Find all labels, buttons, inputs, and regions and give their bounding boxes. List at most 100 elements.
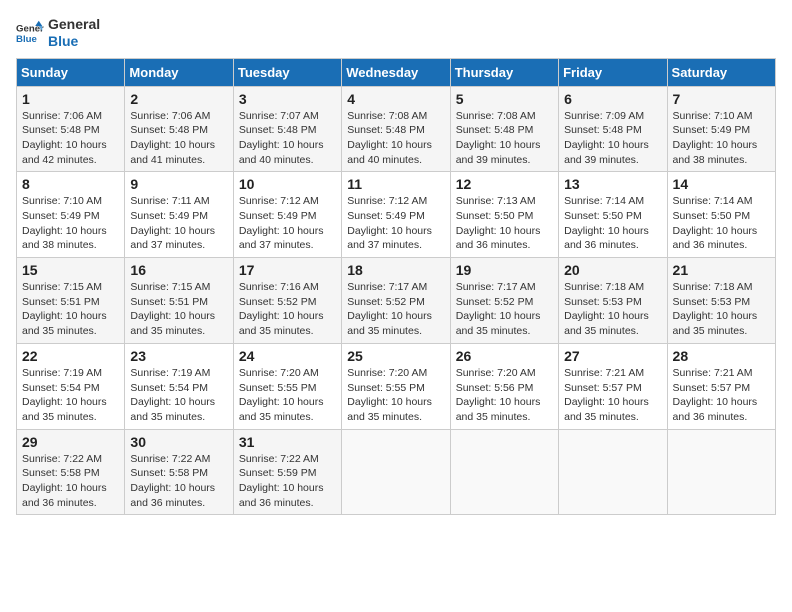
calendar-day-15: 15 Sunrise: 7:15 AMSunset: 5:51 PMDayligh… bbox=[17, 258, 125, 344]
header-cell-sunday: Sunday bbox=[17, 58, 125, 86]
calendar-day-12: 12 Sunrise: 7:13 AMSunset: 5:50 PMDayligh… bbox=[450, 172, 558, 258]
day-info: Sunrise: 7:10 AMSunset: 5:49 PMDaylight:… bbox=[673, 109, 770, 168]
day-number: 25 bbox=[347, 348, 444, 364]
day-number: 15 bbox=[22, 262, 119, 278]
day-number: 19 bbox=[456, 262, 553, 278]
calendar-day-empty bbox=[559, 429, 667, 515]
day-info: Sunrise: 7:12 AMSunset: 5:49 PMDaylight:… bbox=[239, 194, 336, 253]
calendar-day-24: 24 Sunrise: 7:20 AMSunset: 5:55 PMDayligh… bbox=[233, 343, 341, 429]
calendar-day-31: 31Sunrise: 7:22 AMSunset: 5:59 PMDayligh… bbox=[233, 429, 341, 515]
day-number: 18 bbox=[347, 262, 444, 278]
calendar-day-16: 16Sunrise: 7:15 AMSunset: 5:51 PMDayligh… bbox=[125, 258, 233, 344]
day-info: Sunrise: 7:11 AMSunset: 5:49 PMDaylight:… bbox=[130, 194, 227, 253]
day-info: Sunrise: 7:18 AMSunset: 5:53 PMDaylight:… bbox=[673, 280, 770, 339]
header-cell-friday: Friday bbox=[559, 58, 667, 86]
calendar-day-empty bbox=[667, 429, 775, 515]
day-number: 5 bbox=[456, 91, 553, 107]
header-row: SundayMondayTuesdayWednesdayThursdayFrid… bbox=[17, 58, 776, 86]
day-number: 29 bbox=[22, 434, 119, 450]
day-number: 11 bbox=[347, 176, 444, 192]
calendar-week-3: 15 Sunrise: 7:15 AMSunset: 5:51 PMDayligh… bbox=[17, 258, 776, 344]
day-info: Sunrise: 7:08 AMSunset: 5:48 PMDaylight:… bbox=[347, 109, 444, 168]
calendar-day-20: 20 Sunrise: 7:18 AMSunset: 5:53 PMDayligh… bbox=[559, 258, 667, 344]
day-info: Sunrise: 7:19 AMSunset: 5:54 PMDaylight:… bbox=[22, 366, 119, 425]
day-number: 27 bbox=[564, 348, 661, 364]
calendar-day-1: 1 Sunrise: 7:06 AMSunset: 5:48 PMDaylight… bbox=[17, 86, 125, 172]
day-number: 24 bbox=[239, 348, 336, 364]
calendar-table: SundayMondayTuesdayWednesdayThursdayFrid… bbox=[16, 58, 776, 516]
day-number: 16 bbox=[130, 262, 227, 278]
day-info: Sunrise: 7:10 AMSunset: 5:49 PMDaylight:… bbox=[22, 194, 119, 253]
day-info: Sunrise: 7:08 AMSunset: 5:48 PMDaylight:… bbox=[456, 109, 553, 168]
day-info: Sunrise: 7:17 AMSunset: 5:52 PMDaylight:… bbox=[347, 280, 444, 339]
calendar-day-6: 6 Sunrise: 7:09 AMSunset: 5:48 PMDaylight… bbox=[559, 86, 667, 172]
calendar-day-7: 7 Sunrise: 7:10 AMSunset: 5:49 PMDaylight… bbox=[667, 86, 775, 172]
logo-text-general: General bbox=[48, 16, 100, 33]
calendar-day-10: 10 Sunrise: 7:12 AMSunset: 5:49 PMDayligh… bbox=[233, 172, 341, 258]
calendar-day-4: 4Sunrise: 7:08 AMSunset: 5:48 PMDaylight… bbox=[342, 86, 450, 172]
day-number: 14 bbox=[673, 176, 770, 192]
logo-text-blue: Blue bbox=[48, 33, 100, 50]
day-info: Sunrise: 7:16 AMSunset: 5:52 PMDaylight:… bbox=[239, 280, 336, 339]
day-number: 26 bbox=[456, 348, 553, 364]
calendar-day-14: 14 Sunrise: 7:14 AMSunset: 5:50 PMDayligh… bbox=[667, 172, 775, 258]
header-cell-monday: Monday bbox=[125, 58, 233, 86]
page-header: General Blue General Blue bbox=[16, 16, 776, 50]
logo-icon: General Blue bbox=[16, 19, 44, 47]
day-number: 1 bbox=[22, 91, 119, 107]
calendar-day-18: 18 Sunrise: 7:17 AMSunset: 5:52 PMDayligh… bbox=[342, 258, 450, 344]
day-info: Sunrise: 7:22 AMSunset: 5:58 PMDaylight:… bbox=[130, 452, 227, 511]
day-number: 2 bbox=[130, 91, 227, 107]
calendar-day-8: 8Sunrise: 7:10 AMSunset: 5:49 PMDaylight… bbox=[17, 172, 125, 258]
day-info: Sunrise: 7:20 AMSunset: 5:56 PMDaylight:… bbox=[456, 366, 553, 425]
calendar-day-3: 3 Sunrise: 7:07 AMSunset: 5:48 PMDaylight… bbox=[233, 86, 341, 172]
calendar-day-28: 28Sunrise: 7:21 AMSunset: 5:57 PMDayligh… bbox=[667, 343, 775, 429]
day-info: Sunrise: 7:21 AMSunset: 5:57 PMDaylight:… bbox=[673, 366, 770, 425]
calendar-day-2: 2Sunrise: 7:06 AMSunset: 5:48 PMDaylight… bbox=[125, 86, 233, 172]
calendar-day-empty bbox=[450, 429, 558, 515]
calendar-day-17: 17 Sunrise: 7:16 AMSunset: 5:52 PMDayligh… bbox=[233, 258, 341, 344]
day-number: 10 bbox=[239, 176, 336, 192]
day-number: 9 bbox=[130, 176, 227, 192]
day-number: 6 bbox=[564, 91, 661, 107]
day-info: Sunrise: 7:09 AMSunset: 5:48 PMDaylight:… bbox=[564, 109, 661, 168]
day-info: Sunrise: 7:20 AMSunset: 5:55 PMDaylight:… bbox=[239, 366, 336, 425]
calendar-day-11: 11Sunrise: 7:12 AMSunset: 5:49 PMDayligh… bbox=[342, 172, 450, 258]
day-number: 13 bbox=[564, 176, 661, 192]
day-number: 31 bbox=[239, 434, 336, 450]
day-info: Sunrise: 7:18 AMSunset: 5:53 PMDaylight:… bbox=[564, 280, 661, 339]
header-cell-tuesday: Tuesday bbox=[233, 58, 341, 86]
day-number: 22 bbox=[22, 348, 119, 364]
header-cell-saturday: Saturday bbox=[667, 58, 775, 86]
day-number: 21 bbox=[673, 262, 770, 278]
day-number: 7 bbox=[673, 91, 770, 107]
day-info: Sunrise: 7:19 AMSunset: 5:54 PMDaylight:… bbox=[130, 366, 227, 425]
day-number: 12 bbox=[456, 176, 553, 192]
calendar-day-19: 19 Sunrise: 7:17 AMSunset: 5:52 PMDayligh… bbox=[450, 258, 558, 344]
day-info: Sunrise: 7:14 AMSunset: 5:50 PMDaylight:… bbox=[673, 194, 770, 253]
day-number: 3 bbox=[239, 91, 336, 107]
svg-text:Blue: Blue bbox=[16, 34, 37, 45]
day-info: Sunrise: 7:17 AMSunset: 5:52 PMDaylight:… bbox=[456, 280, 553, 339]
calendar-day-27: 27Sunrise: 7:21 AMSunset: 5:57 PMDayligh… bbox=[559, 343, 667, 429]
day-info: Sunrise: 7:06 AMSunset: 5:48 PMDaylight:… bbox=[22, 109, 119, 168]
calendar-week-4: 22 Sunrise: 7:19 AMSunset: 5:54 PMDayligh… bbox=[17, 343, 776, 429]
calendar-week-5: 29 Sunrise: 7:22 AMSunset: 5:58 PMDayligh… bbox=[17, 429, 776, 515]
calendar-day-empty bbox=[342, 429, 450, 515]
calendar-body: 1 Sunrise: 7:06 AMSunset: 5:48 PMDaylight… bbox=[17, 86, 776, 515]
calendar-day-25: 25Sunrise: 7:20 AMSunset: 5:55 PMDayligh… bbox=[342, 343, 450, 429]
day-number: 17 bbox=[239, 262, 336, 278]
day-number: 23 bbox=[130, 348, 227, 364]
calendar-day-29: 29 Sunrise: 7:22 AMSunset: 5:58 PMDayligh… bbox=[17, 429, 125, 515]
calendar-day-30: 30Sunrise: 7:22 AMSunset: 5:58 PMDayligh… bbox=[125, 429, 233, 515]
calendar-day-23: 23 Sunrise: 7:19 AMSunset: 5:54 PMDayligh… bbox=[125, 343, 233, 429]
day-number: 20 bbox=[564, 262, 661, 278]
calendar-day-13: 13Sunrise: 7:14 AMSunset: 5:50 PMDayligh… bbox=[559, 172, 667, 258]
day-info: Sunrise: 7:07 AMSunset: 5:48 PMDaylight:… bbox=[239, 109, 336, 168]
day-info: Sunrise: 7:15 AMSunset: 5:51 PMDaylight:… bbox=[22, 280, 119, 339]
calendar-day-9: 9 Sunrise: 7:11 AMSunset: 5:49 PMDaylight… bbox=[125, 172, 233, 258]
day-info: Sunrise: 7:22 AMSunset: 5:58 PMDaylight:… bbox=[22, 452, 119, 511]
day-info: Sunrise: 7:13 AMSunset: 5:50 PMDaylight:… bbox=[456, 194, 553, 253]
calendar-day-21: 21 Sunrise: 7:18 AMSunset: 5:53 PMDayligh… bbox=[667, 258, 775, 344]
calendar-week-2: 8Sunrise: 7:10 AMSunset: 5:49 PMDaylight… bbox=[17, 172, 776, 258]
